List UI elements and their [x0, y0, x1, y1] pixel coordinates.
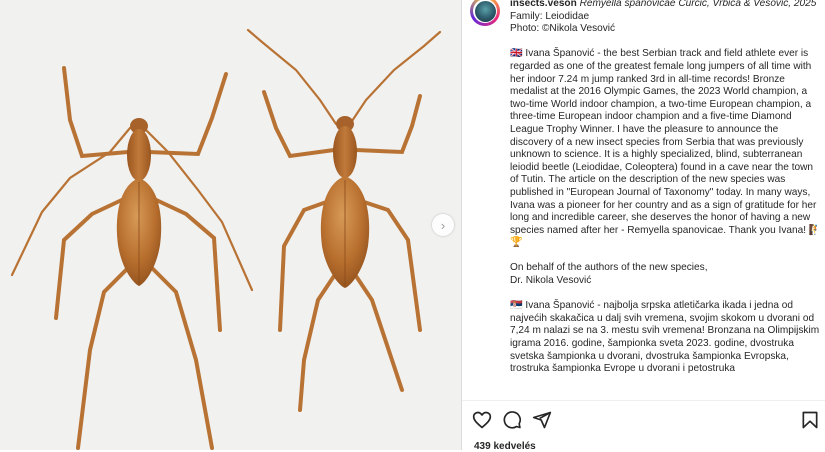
- chevron-right-icon: ›: [440, 217, 446, 233]
- caption-english: 🇬🇧 Ivana Španović - the best Serbian tra…: [510, 48, 822, 250]
- serbia-flag-icon: 🇷🇸: [510, 300, 523, 312]
- caption-english-text: Ivana Španović - the best Serbian track …: [510, 48, 822, 249]
- caption-header-line-2: Family: Leiodidae: [510, 10, 590, 22]
- next-photo-button[interactable]: ›: [432, 214, 454, 236]
- caption-serbian-text: Ivana Španović - najbolja srpska atletič…: [510, 300, 820, 375]
- caption-serbian: 🇷🇸 Ivana Španović - najbolja srpska atle…: [510, 300, 822, 376]
- beetle-photo-illustration: [10, 28, 442, 450]
- post-side-panel: insects.veson Remyella spanovicae Čurčić…: [461, 0, 825, 452]
- uk-flag-icon: 🇬🇧: [510, 48, 523, 60]
- likes-count[interactable]: 439 kedvelés: [474, 441, 536, 452]
- username-link[interactable]: insects.veson: [510, 0, 577, 9]
- post-caption: insects.veson Remyella spanovicae Čurčić…: [510, 0, 822, 398]
- caption-signoff: On behalf of the authors of the new spec…: [510, 262, 708, 287]
- bookmark-icon[interactable]: [800, 410, 820, 435]
- left-beetle-body: [116, 118, 162, 286]
- share-icon[interactable]: [532, 410, 552, 435]
- divider: [462, 400, 825, 401]
- comment-icon[interactable]: [502, 410, 522, 435]
- right-beetle-body: [320, 116, 370, 288]
- post-photo[interactable]: ›: [0, 0, 461, 450]
- action-bar: [462, 404, 825, 434]
- avatar-image: [474, 0, 496, 22]
- heart-icon[interactable]: [472, 410, 492, 435]
- avatar[interactable]: [470, 0, 500, 26]
- caption-header: insects.veson Remyella spanovicae Čurčić…: [510, 0, 822, 36]
- caption-header-line-1: Remyella spanovicae Čurčić, Vrbica & Ves…: [579, 0, 817, 9]
- caption-header-line-3: Photo: ©Nikola Vesović: [510, 23, 616, 35]
